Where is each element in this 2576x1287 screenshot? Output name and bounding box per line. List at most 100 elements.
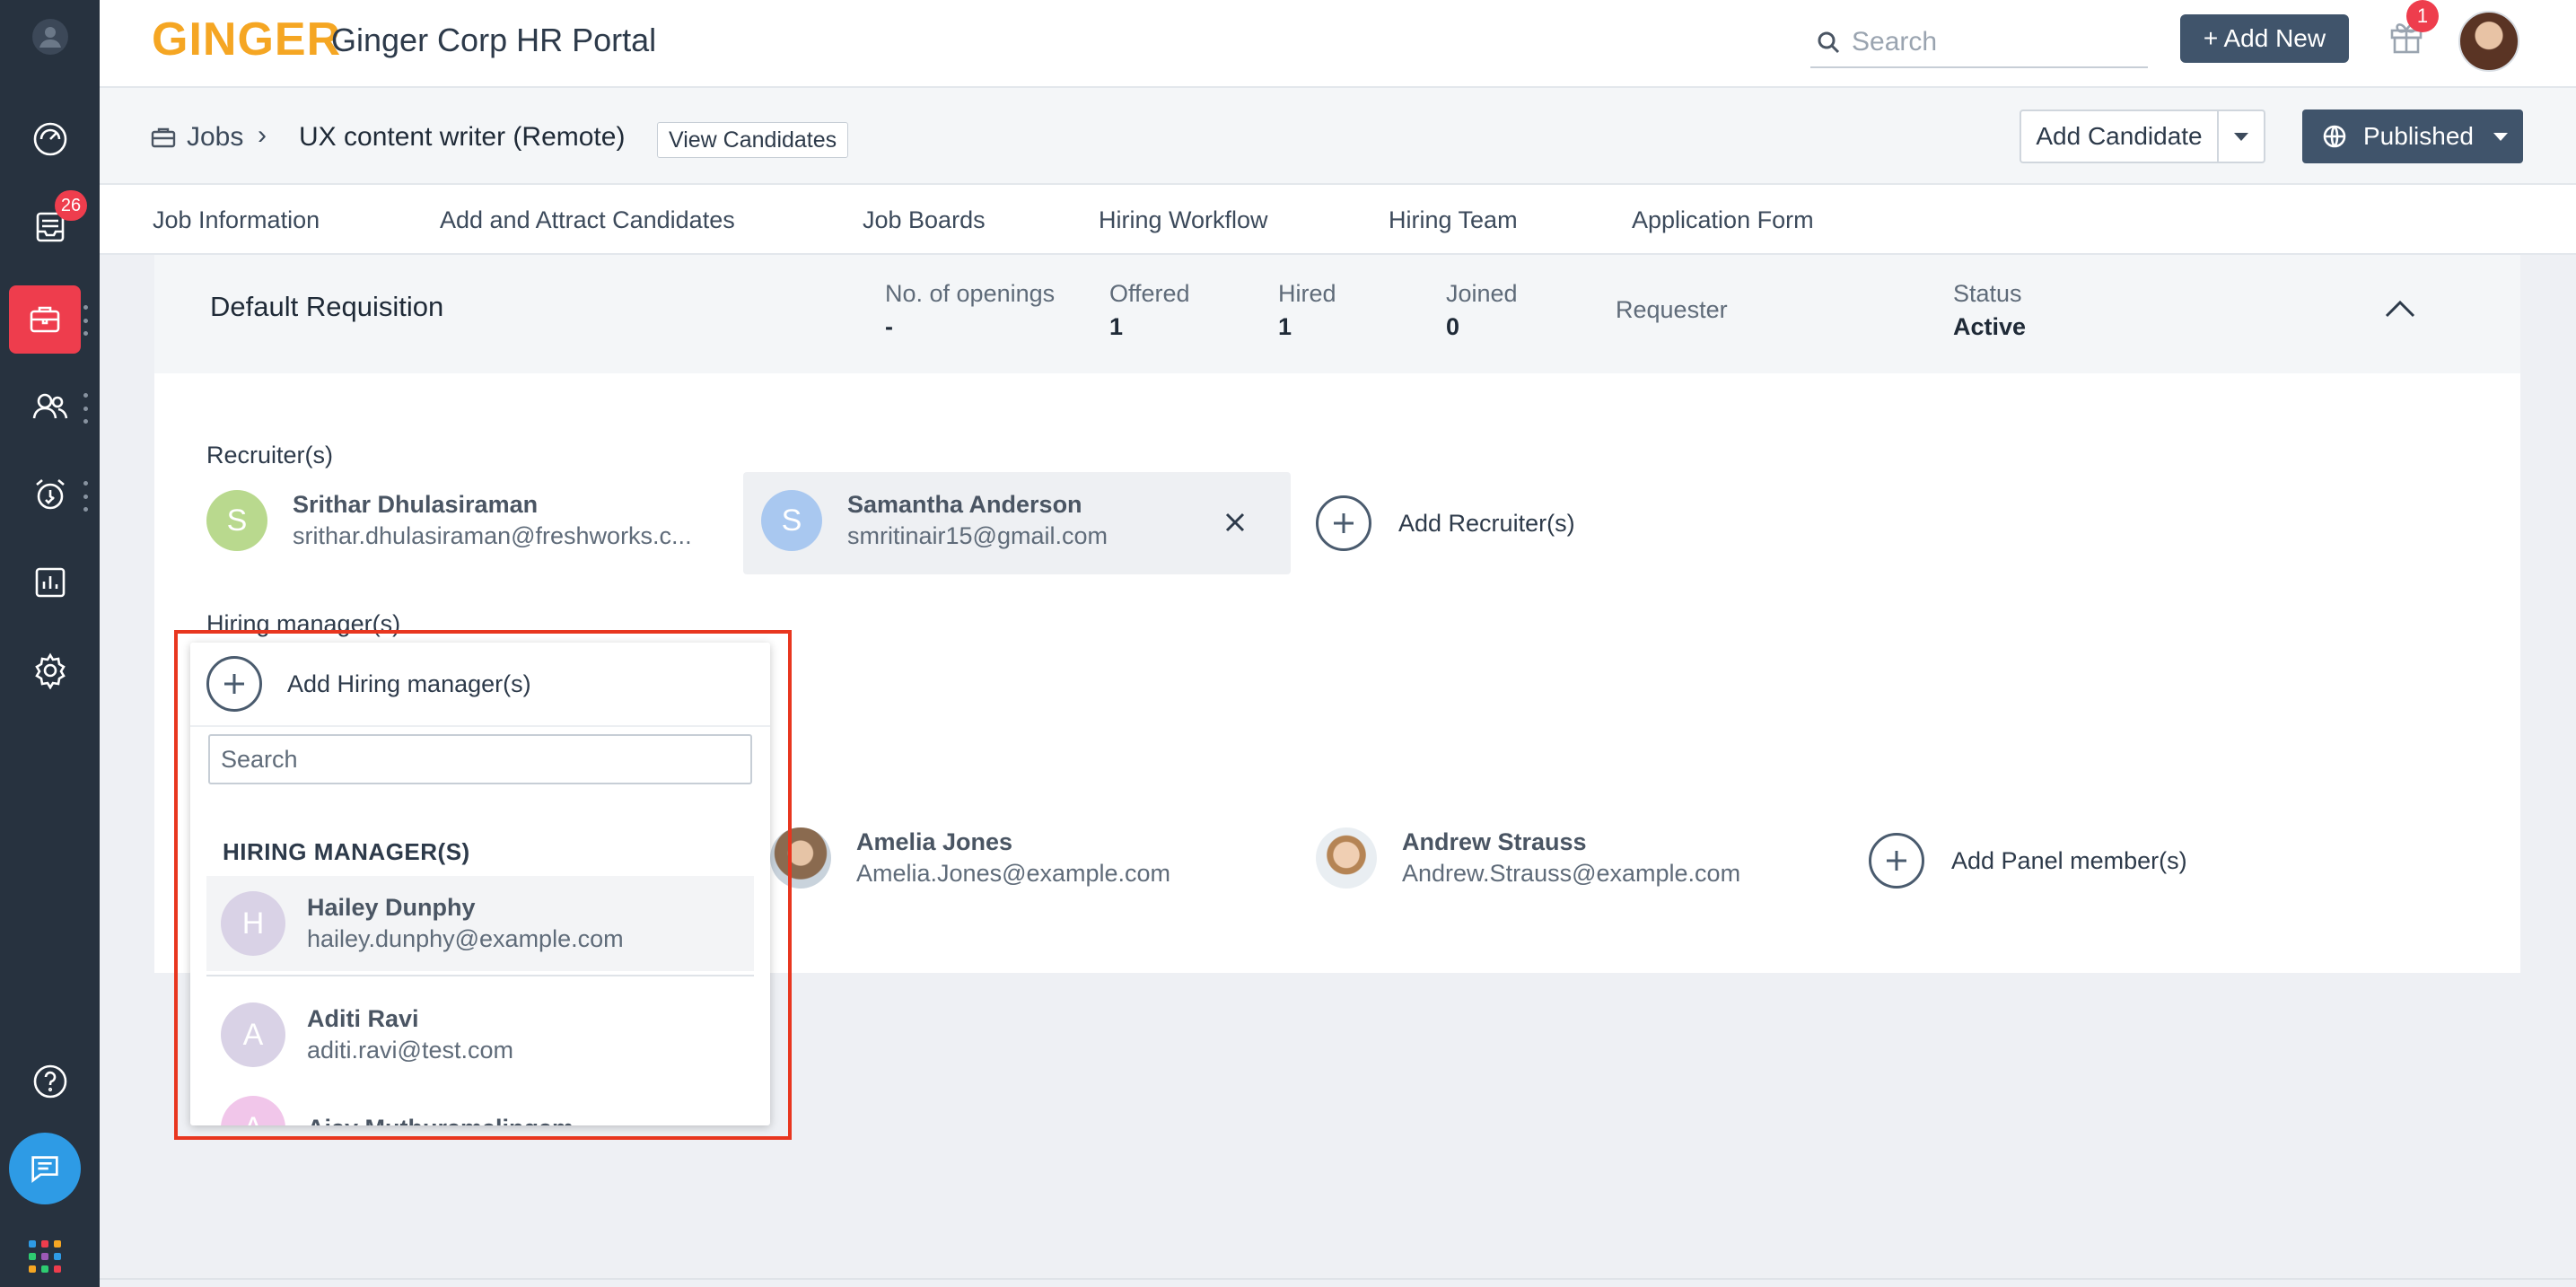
user-avatar[interactable]: [2458, 11, 2519, 72]
recruiter-email: srithar.dhulasiraman@freshworks.c...: [293, 522, 692, 549]
dashboard-icon[interactable]: [0, 108, 100, 171]
panel-member-item: Andrew Strauss Andrew.Strauss@example.co…: [1316, 827, 1740, 889]
help-icon[interactable]: [0, 1050, 100, 1113]
tab-job-information[interactable]: Job Information: [153, 206, 320, 234]
option-name: Hailey Dunphy: [307, 894, 476, 921]
metric-offered: Offered 1: [1109, 280, 1190, 341]
tab-hiring-workflow[interactable]: Hiring Workflow: [1099, 206, 1268, 234]
tab-job-boards[interactable]: Job Boards: [863, 206, 986, 234]
page-bottom-divider: [100, 1278, 2576, 1280]
view-candidates-button[interactable]: View Candidates: [657, 122, 849, 158]
metric-joined: Joined 0: [1446, 280, 1518, 341]
chat-icon[interactable]: [9, 1133, 81, 1204]
apps-grid-icon[interactable]: [29, 1240, 61, 1273]
job-title: UX content writer (Remote): [299, 122, 626, 152]
recruiter-item: S Samantha Anderson smritinair15@gmail.c…: [761, 490, 1108, 551]
top-header: GINGER Ginger Corp HR Portal + Add New 1: [100, 0, 2576, 88]
panel-member-name: Amelia Jones: [856, 828, 1013, 855]
chevron-down-icon: [2493, 132, 2508, 141]
dropdown-group-heading: HIRING MANAGER(S): [223, 838, 470, 865]
plus-icon: [1316, 495, 1371, 551]
metric-requester: Requester: [1616, 296, 1728, 324]
plus-icon: [1869, 833, 1924, 889]
breadcrumb-bar: Jobs › UX content writer (Remote) View C…: [100, 88, 2576, 185]
avatar: S: [761, 490, 822, 551]
recruiter-name: Srithar Dhulasiraman: [293, 491, 539, 518]
published-label: Published: [2363, 122, 2474, 150]
recruiter-name: Samantha Anderson: [847, 491, 1082, 518]
metric-label: Status: [1953, 280, 2022, 307]
candidates-more-icon[interactable]: [83, 393, 89, 424]
hiring-manager-option[interactable]: H Hailey Dunphy hailey.dunphy@example.co…: [206, 876, 754, 971]
gift-badge: 1: [2406, 0, 2439, 32]
add-hiring-manager-button[interactable]: Add Hiring manager(s): [190, 643, 770, 727]
option-email: aditi.ravi@test.com: [307, 1037, 513, 1064]
metric-value: 0: [1446, 313, 1460, 340]
breadcrumb-jobs-link[interactable]: Jobs: [187, 122, 243, 153]
avatar: A: [221, 1002, 285, 1067]
requisition-header[interactable]: Default Requisition No. of openings - Of…: [154, 255, 2520, 373]
tab-hiring-team[interactable]: Hiring Team: [1389, 206, 1518, 234]
hiring-manager-dropdown: Add Hiring manager(s) HIRING MANAGER(S) …: [190, 643, 770, 1125]
job-tabs: Job Information Add and Attract Candidat…: [100, 185, 2576, 255]
reports-icon[interactable]: [0, 551, 100, 614]
portal-title: Ginger Corp HR Portal: [331, 22, 657, 58]
global-search[interactable]: [1810, 18, 2148, 68]
avatar: [770, 827, 831, 889]
add-hiring-manager-label: Add Hiring manager(s): [287, 670, 531, 697]
jobs-icon[interactable]: [9, 285, 81, 354]
hiring-manager-option[interactable]: A Ajay Muthuramalingam: [206, 1081, 754, 1125]
recruiter-email: smritinair15@gmail.com: [847, 522, 1108, 549]
add-candidate-split-button: Add Candidate: [2020, 109, 2265, 163]
profile-icon[interactable]: [0, 5, 100, 68]
hiring-managers-label: Hiring manager(s): [206, 610, 401, 637]
tab-add-attract-candidates[interactable]: Add and Attract Candidates: [440, 206, 735, 234]
alarm-more-icon[interactable]: [83, 481, 89, 512]
metric-label: Offered: [1109, 280, 1190, 307]
panel-member-name: Andrew Strauss: [1402, 828, 1587, 855]
briefcase-icon: [150, 124, 177, 151]
breadcrumb-separator: ›: [258, 120, 267, 150]
metric-value: -: [885, 313, 893, 340]
add-recruiter-button[interactable]: Add Recruiter(s): [1316, 495, 1575, 551]
metric-label: No. of openings: [885, 280, 1056, 307]
avatar: A: [221, 1096, 285, 1125]
metric-openings: No. of openings -: [885, 280, 1055, 341]
panel-member-email: Andrew.Strauss@example.com: [1402, 860, 1741, 887]
company-logo[interactable]: GINGER: [152, 13, 341, 66]
add-candidate-dropdown[interactable]: [2219, 111, 2264, 162]
remove-recruiter-close-icon[interactable]: [1222, 510, 1251, 538]
tab-application-form[interactable]: Application Form: [1632, 206, 1814, 234]
metric-label: Joined: [1446, 280, 1518, 307]
add-panel-member-button[interactable]: Add Panel member(s): [1869, 833, 2187, 889]
option-name: Aditi Ravi: [307, 1005, 419, 1032]
published-status-button[interactable]: Published: [2302, 109, 2523, 163]
option-email: hailey.dunphy@example.com: [307, 925, 624, 952]
recruiter-item: S Srithar Dhulasiraman srithar.dhulasira…: [206, 490, 692, 551]
collapse-chevron-up-icon[interactable]: [2384, 298, 2416, 330]
panel-member-email: Amelia.Jones@example.com: [856, 860, 1171, 887]
recruiters-label: Recruiter(s): [206, 442, 334, 468]
status-value: Active: [1953, 313, 2027, 340]
global-search-input[interactable]: [1852, 27, 2121, 57]
inbox-icon[interactable]: 26: [0, 190, 100, 258]
chevron-down-icon: [2234, 132, 2248, 141]
metric-label: Requester: [1616, 296, 1728, 323]
jobs-more-icon[interactable]: [83, 305, 89, 336]
metric-label: Hired: [1278, 280, 1336, 307]
avatar: [1316, 827, 1377, 889]
add-candidate-button[interactable]: Add Candidate: [2021, 111, 2219, 162]
metric-value: 1: [1278, 313, 1292, 340]
hiring-manager-search-input[interactable]: [208, 734, 752, 784]
divider: [206, 975, 754, 976]
search-icon: [1818, 31, 1840, 54]
add-recruiter-label: Add Recruiter(s): [1398, 509, 1575, 537]
metric-hired: Hired 1: [1278, 280, 1336, 341]
avatar: S: [206, 490, 267, 551]
add-new-button[interactable]: + Add New: [2180, 14, 2349, 63]
hiring-manager-option[interactable]: A Aditi Ravi aditi.ravi@test.com: [206, 987, 754, 1082]
settings-icon[interactable]: [0, 639, 100, 702]
sidebar: 26: [0, 0, 100, 1287]
option-name: Ajay Muthuramalingam: [307, 1115, 574, 1126]
inbox-badge: 26: [55, 190, 87, 221]
